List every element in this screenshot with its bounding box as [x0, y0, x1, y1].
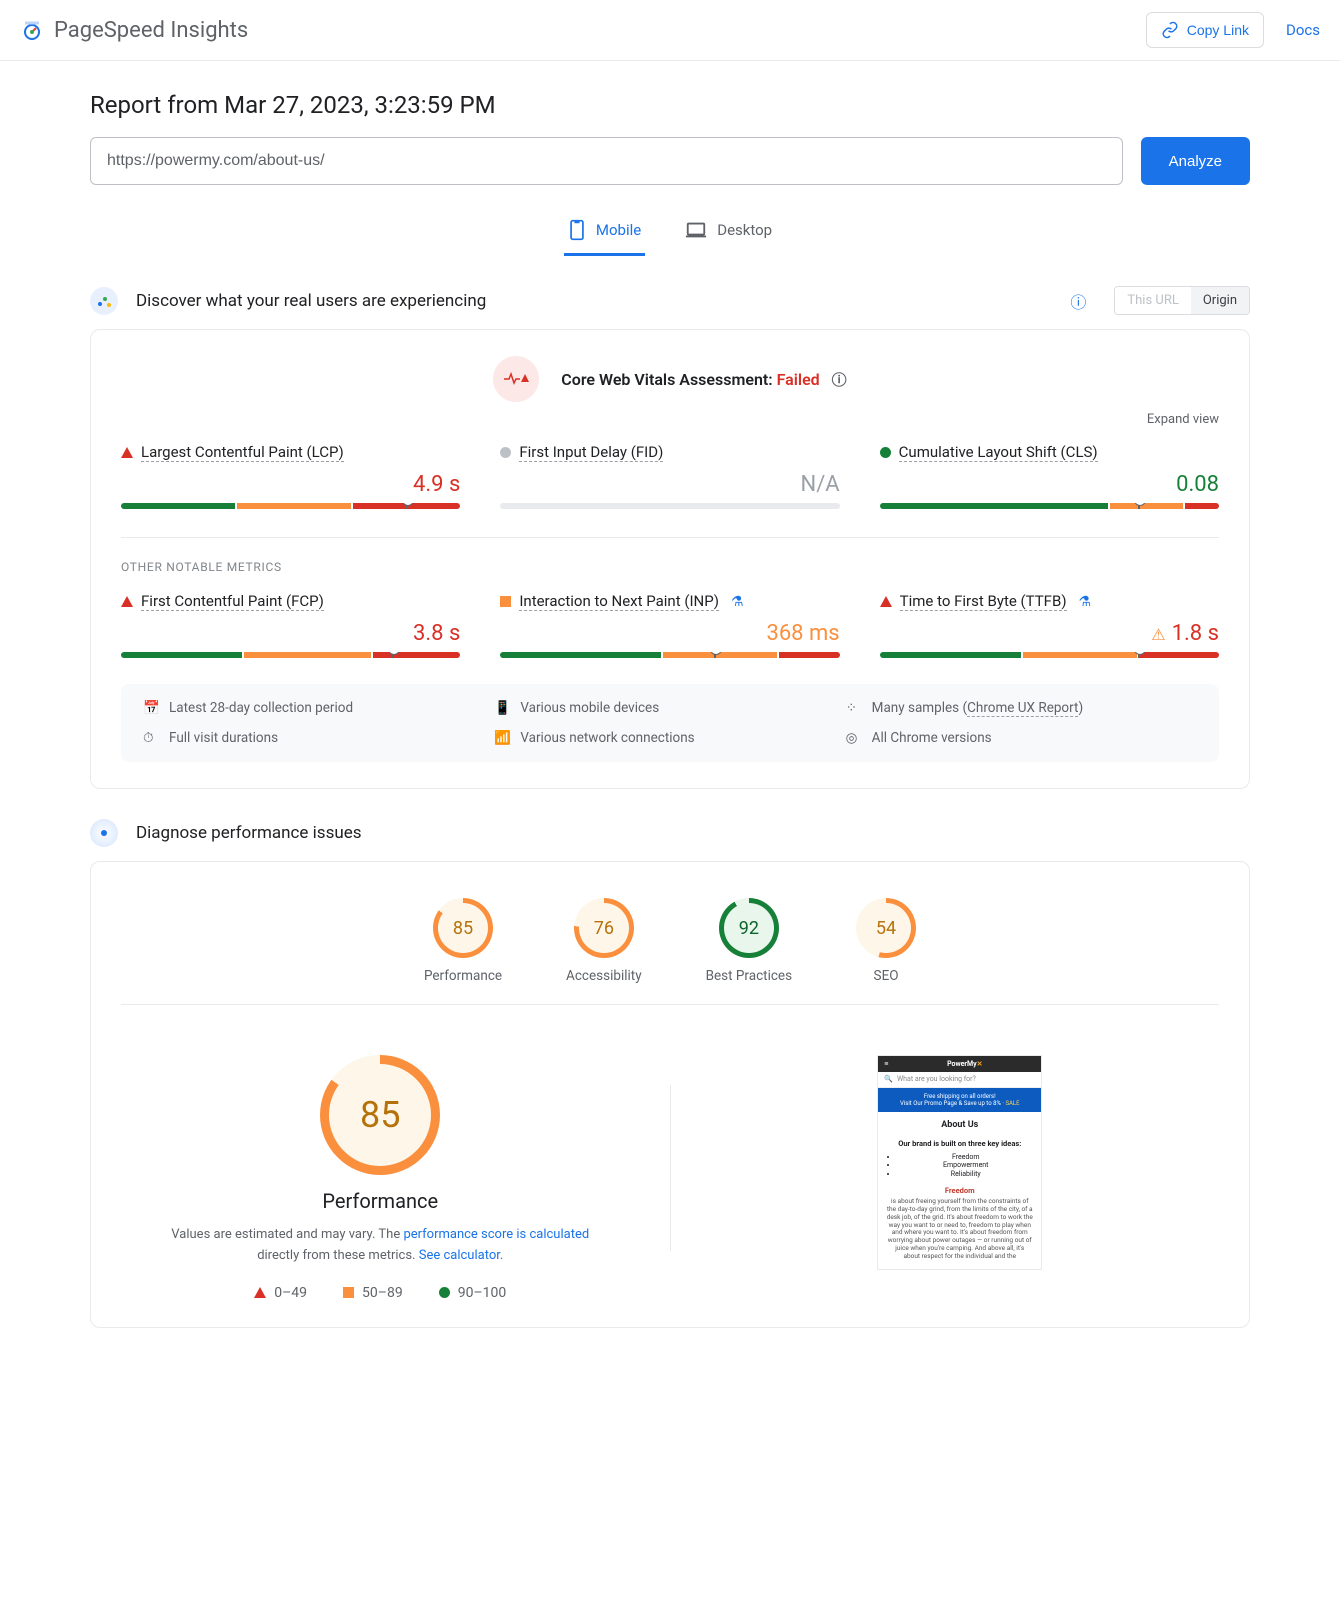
metric-value: 4.9 s	[121, 472, 460, 497]
metric-name[interactable]: Cumulative Layout Shift (CLS)	[899, 443, 1098, 462]
field-data-icon	[90, 287, 118, 315]
performance-title: Performance	[121, 1189, 640, 1213]
help-icon[interactable]: ⓘ	[832, 371, 847, 389]
circle-green-icon	[880, 447, 891, 458]
gauge-best-practices[interactable]: 92Best Practices	[706, 898, 792, 984]
tab-mobile[interactable]: Mobile	[564, 209, 645, 256]
metric-time-to-first-byte--ttfb-: Time to First Byte (TTFB) ⚗ ⚠1.8 s	[880, 592, 1219, 658]
flask-icon: ⚗	[1079, 594, 1092, 610]
network-icon: 📶	[494, 730, 510, 746]
url-origin-toggle: This URL Origin	[1114, 286, 1250, 315]
metric-largest-contentful-paint--lcp-: Largest Contentful Paint (LCP) 4.9 s	[121, 443, 460, 509]
brand: PageSpeed Insights	[20, 18, 248, 43]
report-heading: Report from Mar 27, 2023, 3:23:59 PM	[90, 91, 1250, 119]
info-icon[interactable]: ⓘ	[1070, 289, 1086, 313]
flask-icon: ⚗	[731, 594, 744, 610]
triangle-red-icon	[121, 447, 133, 458]
duration-icon: ⏱	[143, 730, 159, 746]
square-orange-icon	[500, 596, 511, 607]
calendar-icon: 📅	[143, 700, 159, 716]
gauge-accessibility[interactable]: 76Accessibility	[566, 898, 642, 984]
triangle-red-icon	[880, 596, 892, 607]
cwv-assessment: Core Web Vitals Assessment: Failed ⓘ	[561, 369, 846, 390]
metric-first-contentful-paint--fcp-: First Contentful Paint (FCP) 3.8 s	[121, 592, 460, 658]
metric-name[interactable]: First Input Delay (FID)	[519, 443, 663, 462]
expand-view-link[interactable]: Expand view	[121, 412, 1219, 427]
metric-name[interactable]: Largest Contentful Paint (LCP)	[141, 443, 344, 462]
toggle-origin[interactable]: Origin	[1191, 287, 1249, 314]
cwv-badge-icon	[493, 356, 539, 402]
gauge-seo[interactable]: 54SEO	[856, 898, 916, 984]
metric-value: 3.8 s	[121, 621, 460, 646]
score-calc-link[interactable]: performance score is calculated	[403, 1227, 589, 1242]
lab-card: 85Performance76Accessibility92Best Pract…	[90, 861, 1250, 1328]
hamburger-icon: ≡	[884, 1060, 888, 1068]
metric-value: ⚠1.8 s	[880, 621, 1219, 646]
mobile-icon	[568, 219, 586, 241]
metric-value: N/A	[500, 472, 839, 497]
lab-section-title: Diagnose performance issues	[136, 823, 362, 843]
crux-meta-grid: 📅Latest 28-day collection period 📱Variou…	[121, 684, 1219, 762]
triangle-red-icon	[254, 1287, 266, 1298]
docs-link[interactable]: Docs	[1286, 21, 1320, 39]
metric-interaction-to-next-paint--inp-: Interaction to Next Paint (INP) ⚗ 368 ms	[500, 592, 839, 658]
brand-title: PageSpeed Insights	[54, 18, 248, 43]
psi-logo-icon	[20, 18, 44, 42]
circle-gray-icon	[500, 447, 511, 458]
crux-card: Core Web Vitals Assessment: Failed ⓘ Exp…	[90, 329, 1250, 789]
search-icon: 🔍	[884, 1075, 893, 1083]
chrome-ux-report-link[interactable]: Chrome UX Report	[967, 700, 1078, 717]
warning-icon: ⚠	[1151, 625, 1165, 644]
crux-section-title: Discover what your real users are experi…	[136, 291, 486, 311]
metric-name[interactable]: Time to First Byte (TTFB)	[900, 592, 1067, 611]
gauge-performance[interactable]: 85Performance	[424, 898, 502, 984]
performance-description: Values are estimated and may vary. The p…	[150, 1225, 610, 1267]
copy-link-button[interactable]: Copy Link	[1146, 12, 1264, 48]
metric-name[interactable]: First Contentful Paint (FCP)	[141, 592, 324, 611]
triangle-red-icon	[121, 596, 133, 607]
devices-icon: 📱	[494, 700, 510, 716]
chrome-icon: ◎	[846, 730, 862, 746]
performance-big-gauge: 85	[320, 1055, 440, 1175]
url-input[interactable]	[90, 137, 1123, 185]
analyze-button[interactable]: Analyze	[1141, 137, 1250, 185]
page-screenshot: ≡PowerMy✕ 🔍What are you looking for? Fre…	[877, 1055, 1042, 1270]
square-orange-icon	[343, 1287, 354, 1298]
samples-icon: ⁘	[846, 700, 862, 716]
metric-first-input-delay--fid-: First Input Delay (FID) N/A	[500, 443, 839, 509]
desktop-icon	[685, 221, 707, 239]
see-calculator-link[interactable]: See calculator	[419, 1248, 500, 1263]
score-legend: 0–49 50–89 90–100	[121, 1285, 640, 1301]
metric-name[interactable]: Interaction to Next Paint (INP)	[519, 592, 719, 611]
tab-desktop[interactable]: Desktop	[681, 209, 776, 256]
device-tabs: Mobile Desktop	[90, 209, 1250, 256]
lab-data-icon	[90, 819, 118, 847]
metric-cumulative-layout-shift--cls-: Cumulative Layout Shift (CLS) 0.08	[880, 443, 1219, 509]
circle-green-icon	[439, 1287, 450, 1298]
link-icon	[1161, 21, 1179, 39]
toggle-this-url[interactable]: This URL	[1115, 287, 1190, 314]
metric-value: 368 ms	[500, 621, 839, 646]
top-bar: PageSpeed Insights Copy Link Docs	[0, 0, 1340, 61]
other-metrics-label: OTHER NOTABLE METRICS	[121, 560, 1219, 574]
metric-value: 0.08	[880, 472, 1219, 497]
